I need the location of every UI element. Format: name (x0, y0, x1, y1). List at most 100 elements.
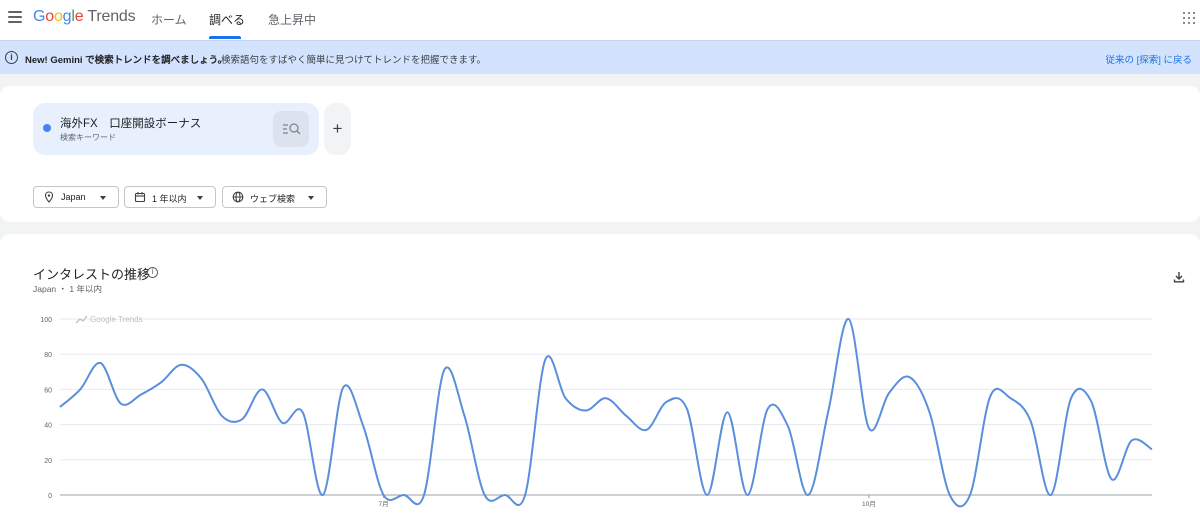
data-point (584, 409, 587, 412)
data-point (989, 395, 992, 398)
data-point (402, 494, 405, 497)
y-tick-label: 0 (48, 493, 52, 500)
data-point (99, 362, 102, 365)
interest-line-chart[interactable]: 0204060801007月10月20264月Google Trends (0, 234, 1200, 524)
data-point (685, 407, 688, 410)
globe-icon (232, 191, 244, 203)
interest-over-time-card: インタレストの推移 i Japan ・ 1 年以内 0 20 40 60 80 100 7月… (0, 234, 1200, 524)
data-point (483, 494, 486, 497)
trends-watermark: Google Trends (90, 315, 142, 324)
data-point (1029, 420, 1032, 423)
data-point (1070, 397, 1073, 400)
top-app-bar: Google Trends ホーム 調べる 急上昇中 (0, 0, 1200, 40)
tab-home[interactable]: ホーム (151, 11, 187, 28)
search-term-card: 海外FX 口座開設ボーナス 検索キーワード + Japan 1 年以内 ウェブ検… (0, 86, 1200, 222)
data-point (160, 381, 163, 384)
data-point (180, 363, 183, 366)
region-filter-dropdown[interactable]: Japan (33, 186, 119, 208)
data-point (787, 425, 790, 428)
active-tab-indicator (209, 36, 241, 39)
data-point (463, 414, 466, 417)
data-point (342, 386, 345, 389)
search-term-type: 検索キーワード (60, 133, 116, 142)
data-point (969, 494, 972, 497)
add-comparison-button[interactable]: + (324, 103, 351, 155)
x-tick-label: 7月 (378, 500, 388, 508)
calendar-icon (134, 192, 146, 203)
data-point (261, 388, 264, 391)
banner-description: 検索語句をすばやく簡単に見つけてトレンドを把握できます。 (221, 55, 487, 66)
data-point (1049, 494, 1052, 497)
data-point (827, 409, 830, 412)
data-point (382, 494, 385, 497)
data-point (564, 397, 567, 400)
data-point (362, 425, 365, 428)
data-point (908, 376, 911, 379)
series-color-dot (43, 124, 51, 132)
return-to-classic-explore-link[interactable]: 従来の [探索] に戻る (1105, 52, 1192, 66)
tab-trending-now[interactable]: 急上昇中 (268, 11, 316, 28)
gemini-banner: i New! Gemini で検索トレンドを調べましょう。 検索語句をすばやく簡… (0, 40, 1200, 74)
y-tick-label: 40 (44, 423, 52, 430)
data-point (928, 411, 931, 414)
y-tick-label: 20 (44, 458, 52, 465)
data-point (1151, 448, 1154, 451)
data-point (746, 494, 749, 497)
search-term-chip[interactable]: 海外FX 口座開設ボーナス 検索キーワード (33, 103, 319, 155)
data-point (200, 377, 203, 380)
data-point (867, 427, 870, 430)
x-tick-label: 10月 (862, 500, 876, 508)
data-point (1009, 397, 1012, 400)
data-point (726, 411, 729, 414)
caret-down-icon (197, 196, 203, 200)
data-point (544, 358, 547, 361)
y-tick-label: 80 (44, 352, 52, 359)
data-point (301, 411, 304, 414)
caret-down-icon (308, 196, 314, 200)
data-point (524, 494, 527, 497)
period-filter-label: 1 年以内 (152, 194, 187, 204)
caret-down-icon (100, 196, 106, 200)
data-point (79, 388, 82, 391)
google-trends-logo[interactable]: Google Trends (33, 8, 136, 26)
y-tick-label: 60 (44, 387, 52, 394)
search-term-name: 海外FX 口座開設ボーナス (60, 118, 202, 130)
data-point (847, 318, 850, 321)
data-point (119, 402, 122, 405)
tab-explore[interactable]: 調べる (209, 11, 245, 28)
hamburger-menu-icon[interactable] (8, 11, 22, 23)
data-point (665, 400, 668, 403)
interest-series-line (59, 317, 1153, 508)
property-filter-dropdown[interactable]: ウェブ検索 (222, 186, 327, 208)
data-point (443, 369, 446, 372)
data-point (1090, 400, 1093, 403)
period-filter-dropdown[interactable]: 1 年以内 (124, 186, 216, 208)
data-point (948, 494, 951, 497)
property-filter-label: ウェブ検索 (250, 194, 296, 204)
data-point (706, 494, 709, 497)
data-point (139, 393, 142, 396)
data-point (766, 407, 769, 410)
data-point (807, 494, 810, 497)
data-point (321, 494, 324, 497)
y-tick-label: 100 (40, 317, 52, 324)
data-point (281, 421, 284, 424)
location-pin-icon (44, 191, 54, 203)
data-point (423, 494, 426, 497)
data-point (241, 418, 244, 421)
data-point (625, 414, 628, 417)
search-refine-icon (283, 123, 301, 135)
google-apps-icon[interactable] (1183, 12, 1195, 24)
banner-headline: New! Gemini で検索トレンドを調べましょう。 (25, 55, 228, 66)
refine-search-button[interactable] (273, 111, 309, 147)
data-point (645, 428, 648, 431)
data-point (220, 414, 223, 417)
data-point (59, 406, 62, 409)
region-filter-label: Japan (61, 192, 86, 202)
data-point (888, 391, 891, 394)
data-point (1110, 478, 1113, 481)
data-point (1130, 439, 1133, 442)
info-icon: i (5, 51, 18, 64)
data-point (605, 397, 608, 400)
data-point (503, 494, 506, 497)
